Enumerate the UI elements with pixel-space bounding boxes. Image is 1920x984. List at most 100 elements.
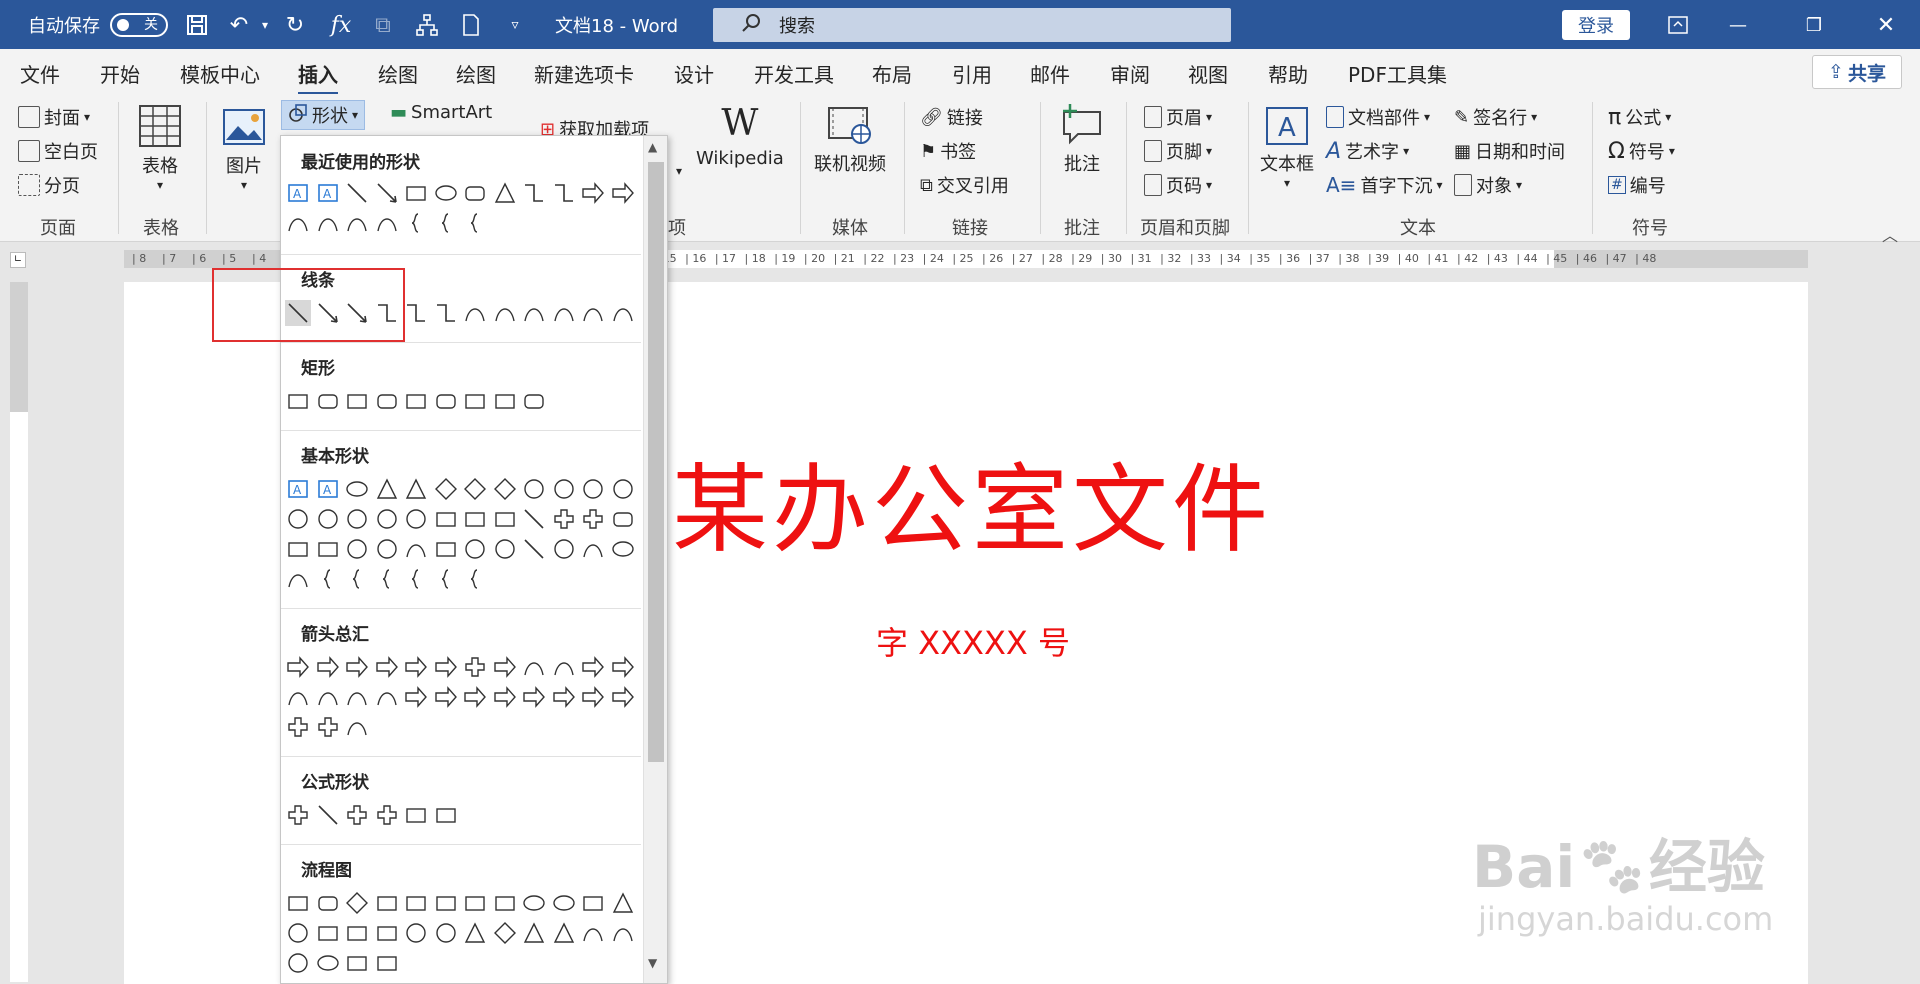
shape-rect-icon[interactable]: [433, 890, 459, 916]
shape-diamond-icon[interactable]: [492, 476, 518, 502]
shape-diamond-icon[interactable]: [492, 920, 518, 946]
shape-plus-icon[interactable]: [462, 654, 488, 680]
shape-arrow-icon[interactable]: [374, 180, 400, 206]
shape-line-icon[interactable]: [344, 180, 370, 206]
shape-plus-icon[interactable]: [285, 802, 311, 828]
shapes-gallery-panel[interactable]: 最近使用的形状 线条 矩形 基本形状 箭头总汇 公式形状 流程图 ▲ ▼ AAA…: [280, 135, 668, 984]
shape-circle-icon[interactable]: [285, 506, 311, 532]
hierarchy-icon[interactable]: [412, 10, 442, 40]
shape-circle-icon[interactable]: [403, 506, 429, 532]
shape-plus-icon[interactable]: [551, 506, 577, 532]
blank-page-button[interactable]: 空白页: [18, 138, 98, 164]
shape-curve-icon[interactable]: [344, 684, 370, 710]
shape-rect-icon[interactable]: [285, 536, 311, 562]
shape-tri-icon[interactable]: [462, 920, 488, 946]
table-button[interactable]: 表格 ▾: [138, 104, 182, 192]
shape-brace-icon[interactable]: [315, 566, 341, 592]
autosave-toggle[interactable]: 关: [110, 13, 168, 37]
page-number-button[interactable]: 页码 ▾: [1144, 172, 1212, 198]
shape-rarrow-icon[interactable]: [433, 654, 459, 680]
shape-circle-icon[interactable]: [374, 536, 400, 562]
vertical-ruler[interactable]: [10, 282, 28, 982]
shape-rect-icon[interactable]: [492, 506, 518, 532]
shape-rarrow-icon[interactable]: [285, 654, 311, 680]
shape-elbow-icon[interactable]: [551, 180, 577, 206]
wikipedia-button[interactable]: W Wikipedia: [696, 104, 784, 170]
shape-tri-icon[interactable]: [403, 476, 429, 502]
shape-brace-icon[interactable]: [403, 566, 429, 592]
tab-pdf-tools[interactable]: PDF工具集: [1348, 59, 1447, 88]
text-box-button[interactable]: A 文本框 ▾: [1260, 106, 1314, 190]
shape-curve-icon[interactable]: [344, 714, 370, 740]
shape-curve-icon[interactable]: [580, 920, 606, 946]
tab-draw-2[interactable]: 绘图: [456, 59, 496, 88]
shape-rect-icon[interactable]: [403, 802, 429, 828]
shape-brace-icon[interactable]: [462, 210, 488, 236]
shape-curve-icon[interactable]: [610, 920, 636, 946]
shape-curve-icon[interactable]: [580, 536, 606, 562]
tab-file[interactable]: 文件: [20, 59, 60, 88]
shape-rarrow-icon[interactable]: [610, 684, 636, 710]
shape-rarrow-icon[interactable]: [492, 654, 518, 680]
shape-rect-icon[interactable]: [374, 920, 400, 946]
document-icon[interactable]: [456, 10, 486, 40]
shape-oval-icon[interactable]: [344, 476, 370, 502]
tab-selector-icon[interactable]: ∟: [10, 252, 26, 268]
shape-rarrow-icon[interactable]: [580, 684, 606, 710]
shape-curve-icon[interactable]: [462, 300, 488, 326]
scroll-up-icon[interactable]: ▲: [648, 140, 657, 154]
tab-references[interactable]: 引用: [952, 59, 992, 88]
shape-rarrow-icon[interactable]: [492, 684, 518, 710]
comment-button[interactable]: 批注: [1060, 104, 1104, 176]
shape-rarrow-icon[interactable]: [521, 684, 547, 710]
shape-plus-icon[interactable]: [315, 714, 341, 740]
shape-rarrow-icon[interactable]: [403, 654, 429, 680]
shape-circle-icon[interactable]: [344, 506, 370, 532]
shape-curve-icon[interactable]: [521, 654, 547, 680]
tab-developer[interactable]: 开发工具: [754, 59, 834, 88]
shape-tri-icon[interactable]: [610, 890, 636, 916]
shape-curve-icon[interactable]: [285, 566, 311, 592]
shape-oval-icon[interactable]: [433, 180, 459, 206]
shape-rect-icon[interactable]: [344, 950, 370, 976]
link-icon[interactable]: ⧉: [368, 10, 398, 40]
shape-rect-icon[interactable]: [374, 950, 400, 976]
shape-curve-icon[interactable]: [344, 210, 370, 236]
tab-new-tab[interactable]: 新建选项卡: [534, 59, 634, 88]
shape-brace-icon[interactable]: [433, 566, 459, 592]
signature-line-button[interactable]: ✎ 签名行 ▾: [1454, 104, 1537, 130]
shape-text-icon[interactable]: A: [315, 476, 341, 502]
shape-plus-icon[interactable]: [285, 714, 311, 740]
ribbon-display-icon[interactable]: [1660, 8, 1696, 42]
shape-tri-icon[interactable]: [374, 476, 400, 502]
shape-circle-icon[interactable]: [433, 920, 459, 946]
smartart-button[interactable]: ▬ SmartArt: [390, 102, 492, 123]
shape-rect-icon[interactable]: [403, 388, 429, 414]
shape-brace-icon[interactable]: [433, 210, 459, 236]
shape-curve-icon[interactable]: [403, 536, 429, 562]
shape-rect-icon[interactable]: [433, 802, 459, 828]
shape-circle-icon[interactable]: [580, 476, 606, 502]
shape-rect-icon[interactable]: [492, 388, 518, 414]
link-button[interactable]: 🔗︎ 链接: [920, 104, 983, 130]
shape-rect-icon[interactable]: [285, 890, 311, 916]
shape-rect-icon[interactable]: [462, 506, 488, 532]
shape-brace-icon[interactable]: [344, 566, 370, 592]
shape-rarrow-icon[interactable]: [315, 654, 341, 680]
shape-circle-icon[interactable]: [315, 506, 341, 532]
shape-circle-icon[interactable]: [344, 536, 370, 562]
shape-rect-icon[interactable]: [433, 506, 459, 532]
shape-plus-icon[interactable]: [374, 802, 400, 828]
shape-rarrow-icon[interactable]: [551, 684, 577, 710]
shape-rrect-icon[interactable]: [521, 388, 547, 414]
shape-diamond-icon[interactable]: [344, 890, 370, 916]
shape-text-icon[interactable]: A: [285, 180, 311, 206]
shape-curve-icon[interactable]: [551, 654, 577, 680]
collapse-ribbon-icon[interactable]: ︿: [1882, 222, 1898, 246]
shape-brace-icon[interactable]: [374, 566, 400, 592]
tab-layout[interactable]: 布局: [872, 59, 912, 88]
scroll-down-icon[interactable]: ▼: [648, 956, 657, 970]
shape-rect-icon[interactable]: [433, 536, 459, 562]
shape-rarrow-icon[interactable]: [374, 654, 400, 680]
wordart-button[interactable]: A 艺术字 ▾: [1326, 138, 1409, 164]
